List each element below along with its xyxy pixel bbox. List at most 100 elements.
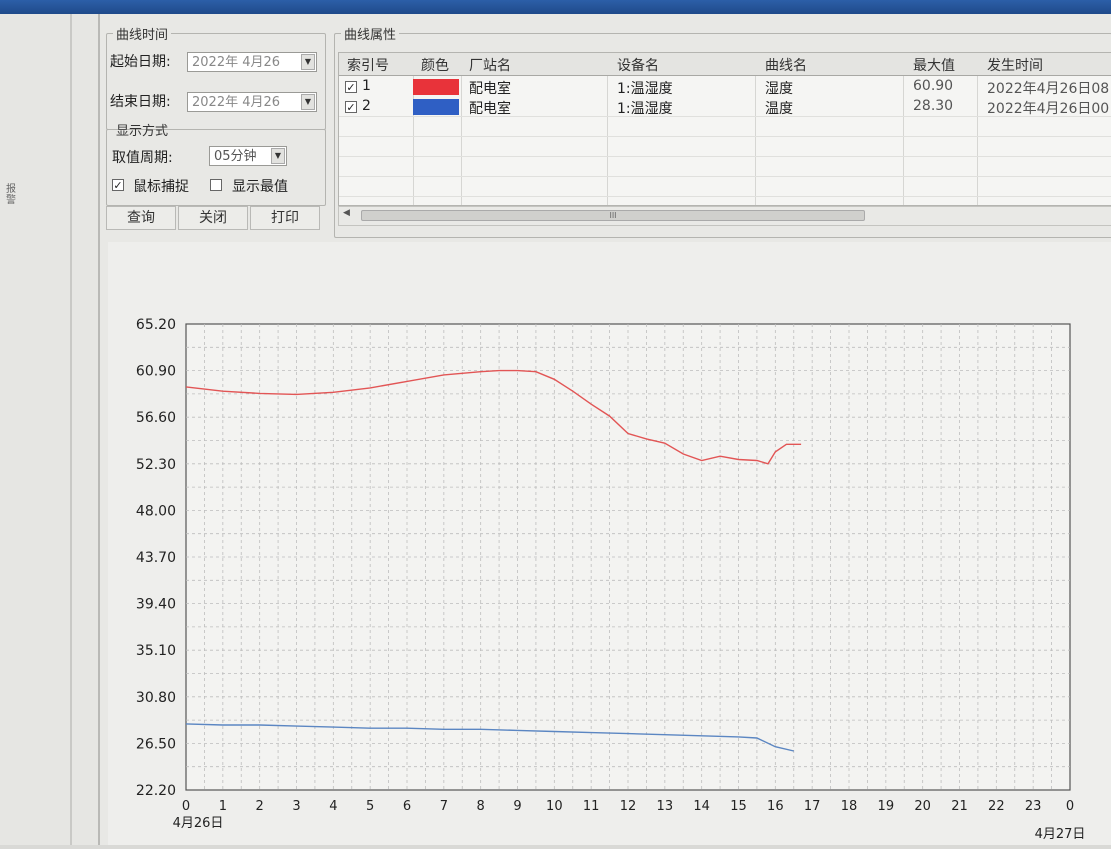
x-tick-label: 4	[329, 799, 337, 814]
row-index: 2	[362, 98, 371, 114]
row-device: 1:温湿度	[617, 101, 673, 117]
row-max: 28.30	[913, 98, 954, 114]
end-date-picker[interactable]: 2022年 4月26 ▼	[187, 92, 317, 112]
mouse-capture-label: 鼠标捕捉	[133, 179, 189, 195]
x-tick-label: 6	[403, 799, 411, 814]
row-device: 1:温湿度	[617, 81, 673, 97]
col-header-max[interactable]: 最大值	[913, 55, 955, 75]
row-time: 2022年4月26日00	[987, 101, 1110, 117]
x-tick-label: 9	[513, 799, 521, 814]
x-tick-label: 19	[878, 799, 895, 814]
action-buttons: 查询 关闭 打印	[106, 206, 320, 230]
show-max-checkbox[interactable]	[210, 179, 222, 191]
y-tick-label: 52.30	[136, 457, 176, 473]
x-tick-label: 22	[988, 799, 1005, 814]
row-checkbox[interactable]: ✓	[345, 101, 357, 114]
y-tick-label: 30.80	[136, 690, 176, 706]
query-button[interactable]: 查询	[106, 206, 176, 230]
window-titlebar	[0, 0, 1111, 14]
scrollbar-grip: III	[609, 211, 617, 220]
left-panel: 报警	[0, 14, 100, 845]
col-header-time[interactable]: 发生时间	[987, 55, 1043, 75]
print-button[interactable]: 打印	[250, 206, 320, 230]
x-date-label-start: 4月26日	[173, 816, 224, 831]
period-dropdown-icon[interactable]: ▼	[271, 148, 285, 164]
trend-chart[interactable]: 65.20 60.90 56.60 52.30 48.00 43.70 39.40 35.10…	[108, 242, 1111, 845]
mouse-capture-checkbox[interactable]: ✓	[112, 179, 124, 192]
x-tick-label: 0	[1066, 799, 1074, 814]
start-date-label: 起始日期:	[110, 54, 171, 70]
row-checkbox[interactable]: ✓	[345, 81, 357, 94]
start-date-value: 2022年 4月26	[192, 55, 281, 70]
x-tick-label: 12	[620, 799, 637, 814]
end-date-dropdown-icon[interactable]: ▼	[301, 94, 315, 110]
x-tick-label: 11	[583, 799, 600, 814]
x-tick-label: 2	[256, 799, 264, 814]
end-date-label: 结束日期:	[110, 94, 171, 110]
col-header-index[interactable]: 索引号	[347, 55, 389, 75]
x-tick-label: 14	[693, 799, 710, 814]
row-station: 配电室	[469, 101, 511, 117]
y-tick-label: 56.60	[136, 410, 176, 426]
y-tick-label: 60.90	[136, 364, 176, 380]
display-mode-legend: 显示方式	[116, 124, 169, 139]
col-header-station[interactable]: 厂站名	[469, 55, 511, 75]
x-tick-label: 18	[841, 799, 858, 814]
chart-area: 65.20 60.90 56.60 52.30 48.00 43.70 39.40 35.10…	[108, 242, 1111, 845]
col-header-color[interactable]: 颜色	[421, 55, 449, 75]
y-tick-label: 35.10	[136, 643, 176, 659]
x-tick-label: 1	[219, 799, 227, 814]
period-label: 取值周期:	[112, 150, 173, 166]
y-tick-label: 65.20	[136, 317, 176, 333]
y-tick-label: 22.20	[136, 783, 176, 799]
x-tick-label: 10	[546, 799, 563, 814]
table-row[interactable]: ✓ 2 配电室 1:温湿度 温度 28.30 2022年4月26日00	[339, 97, 1111, 117]
curve-props-table: 索引号 颜色 厂站名 设备名 曲线名 最大值 发生时间 ✓ 1 配电室 1:温湿…	[338, 52, 1111, 206]
curve-time-group: 曲线时间	[106, 24, 326, 130]
x-tick-label: 21	[951, 799, 968, 814]
row-color-swatch[interactable]	[413, 79, 459, 95]
x-tick-label: 23	[1025, 799, 1042, 814]
close-button[interactable]: 关闭	[178, 206, 248, 230]
col-header-device[interactable]: 设备名	[617, 55, 659, 75]
col-header-curve[interactable]: 曲线名	[765, 55, 807, 75]
x-tick-label: 17	[804, 799, 821, 814]
x-tick-label: 5	[366, 799, 374, 814]
period-value: 05分钟	[214, 149, 257, 164]
row-curve: 温度	[765, 101, 793, 117]
start-date-picker[interactable]: 2022年 4月26 ▼	[187, 52, 317, 72]
x-tick-label: 0	[182, 799, 190, 814]
x-tick-label: 13	[657, 799, 674, 814]
row-max: 60.90	[913, 78, 954, 94]
table-header: 索引号 颜色 厂站名 设备名 曲线名 最大值 发生时间	[339, 53, 1111, 76]
row-time: 2022年4月26日08	[987, 81, 1110, 97]
curve-props-legend: 曲线属性	[344, 28, 397, 43]
x-date-label-end: 4月27日	[1035, 827, 1086, 842]
period-select[interactable]: 05分钟 ▼	[209, 146, 287, 166]
row-index: 1	[362, 78, 371, 94]
y-tick-label: 43.70	[136, 550, 176, 566]
main-panel: 曲线时间 起始日期: 2022年 4月26 ▼ 结束日期: 2022年 4月26…	[100, 14, 1111, 845]
start-date-dropdown-icon[interactable]: ▼	[301, 54, 315, 70]
y-tick-label: 48.00	[136, 503, 176, 519]
row-station: 配电室	[469, 81, 511, 97]
scroll-left-arrow-icon[interactable]: ◀	[343, 208, 350, 218]
x-tick-label: 7	[440, 799, 448, 814]
show-max-label: 显示最值	[232, 179, 288, 195]
y-tick-label: 39.40	[136, 597, 176, 613]
end-date-value: 2022年 4月26	[192, 95, 281, 110]
table-horizontal-scrollbar[interactable]: ◀ III	[338, 206, 1111, 226]
x-tick-label: 8	[477, 799, 485, 814]
table-row[interactable]: ✓ 1 配电室 1:温湿度 湿度 60.90 2022年4月26日08	[339, 77, 1111, 97]
left-panel-vertical-text: 报警	[6, 184, 16, 206]
row-curve: 湿度	[765, 81, 793, 97]
left-panel-divider	[70, 14, 72, 845]
row-color-swatch[interactable]	[413, 99, 459, 115]
x-tick-label: 20	[914, 799, 931, 814]
x-tick-label: 16	[767, 799, 784, 814]
x-tick-label: 15	[730, 799, 747, 814]
curve-time-legend: 曲线时间	[116, 28, 169, 43]
scrollbar-thumb[interactable]: III	[361, 210, 865, 221]
x-tick-label: 3	[292, 799, 300, 814]
y-tick-label: 26.50	[136, 736, 176, 752]
